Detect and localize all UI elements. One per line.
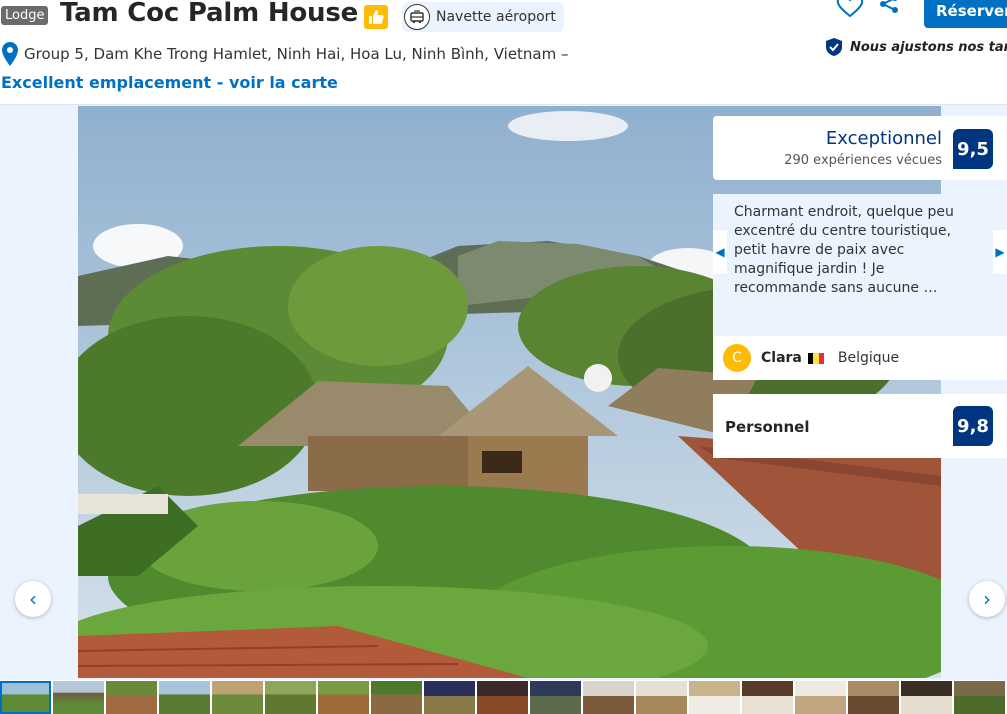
- thumbnail[interactable]: [212, 681, 263, 714]
- review-next-button[interactable]: ▶: [993, 230, 1007, 274]
- thumbnail[interactable]: [0, 681, 51, 714]
- thumbnail[interactable]: [636, 681, 687, 714]
- thumbnail[interactable]: [106, 681, 157, 714]
- address: Group 5, Dam Khe Trong Hamlet, Ninh Hai,…: [24, 45, 569, 63]
- thumbnail[interactable]: [689, 681, 740, 714]
- thumbnail[interactable]: [318, 681, 369, 714]
- shuttle-label: Navette aéroport: [436, 9, 556, 25]
- thumbnail[interactable]: [53, 681, 104, 714]
- staff-label: Personnel: [725, 418, 810, 436]
- thumbnail[interactable]: [265, 681, 316, 714]
- price-match-note: Nous ajustons nos tarifs: [824, 37, 1007, 57]
- thumbnail[interactable]: [371, 681, 422, 714]
- airport-shuttle-badge: Navette aéroport: [402, 2, 564, 32]
- thumbnail-strip: [0, 681, 1007, 714]
- reviewer-info: C Clara Belgique: [713, 336, 1007, 380]
- thumbs-up-icon: [364, 5, 388, 29]
- thumbnail[interactable]: [477, 681, 528, 714]
- thumbnail[interactable]: [795, 681, 846, 714]
- avatar: C: [723, 344, 751, 372]
- price-note-text: Nous ajustons nos tarifs: [850, 39, 1007, 55]
- thumbnail[interactable]: [848, 681, 899, 714]
- reviewer-country: Belgique: [837, 350, 900, 366]
- score-label: Exceptionnel: [825, 128, 942, 149]
- gallery-next-button[interactable]: ›: [969, 581, 1005, 617]
- main-photo[interactable]: [78, 106, 941, 678]
- share-icon[interactable]: [878, 0, 900, 14]
- reviewer-name: Clara: [761, 350, 802, 366]
- thumbnail[interactable]: [530, 681, 581, 714]
- map-link[interactable]: Excellent emplacement - voir la carte: [1, 73, 338, 92]
- reserve-button[interactable]: Réserver: [924, 0, 1007, 28]
- location-pin-icon: [2, 42, 18, 66]
- property-type-badge: Lodge: [1, 6, 49, 25]
- gallery-prev-button[interactable]: ‹: [15, 581, 51, 617]
- review-prev-button[interactable]: ◀: [713, 230, 727, 274]
- staff-score-card: Personnel 9,8: [713, 394, 1007, 458]
- thumbnail[interactable]: [901, 681, 952, 714]
- featured-review: Charmant endroit, quelque peu excentré d…: [713, 194, 1007, 380]
- belgium-flag-icon: [807, 352, 824, 364]
- review-count: 290 expériences vécues: [784, 153, 942, 168]
- review-text: Charmant endroit, quelque peu excentré d…: [734, 204, 954, 296]
- staff-score-badge: 9,8: [953, 406, 993, 446]
- shuttle-icon: [404, 4, 430, 30]
- thumbnail[interactable]: [742, 681, 793, 714]
- thumbnail[interactable]: [159, 681, 210, 714]
- score-badge: 9,5: [953, 129, 993, 169]
- review-score-card[interactable]: Exceptionnel 290 expériences vécues 9,5: [713, 116, 1007, 180]
- verified-shield-icon: [826, 38, 842, 56]
- thumbnail[interactable]: [954, 681, 1005, 714]
- page-title: Tam Coc Palm House: [60, 0, 359, 28]
- thumbnail[interactable]: [583, 681, 634, 714]
- heart-icon[interactable]: [836, 0, 864, 18]
- review-body: Charmant endroit, quelque peu excentré d…: [713, 194, 1007, 336]
- thumbnail[interactable]: [424, 681, 475, 714]
